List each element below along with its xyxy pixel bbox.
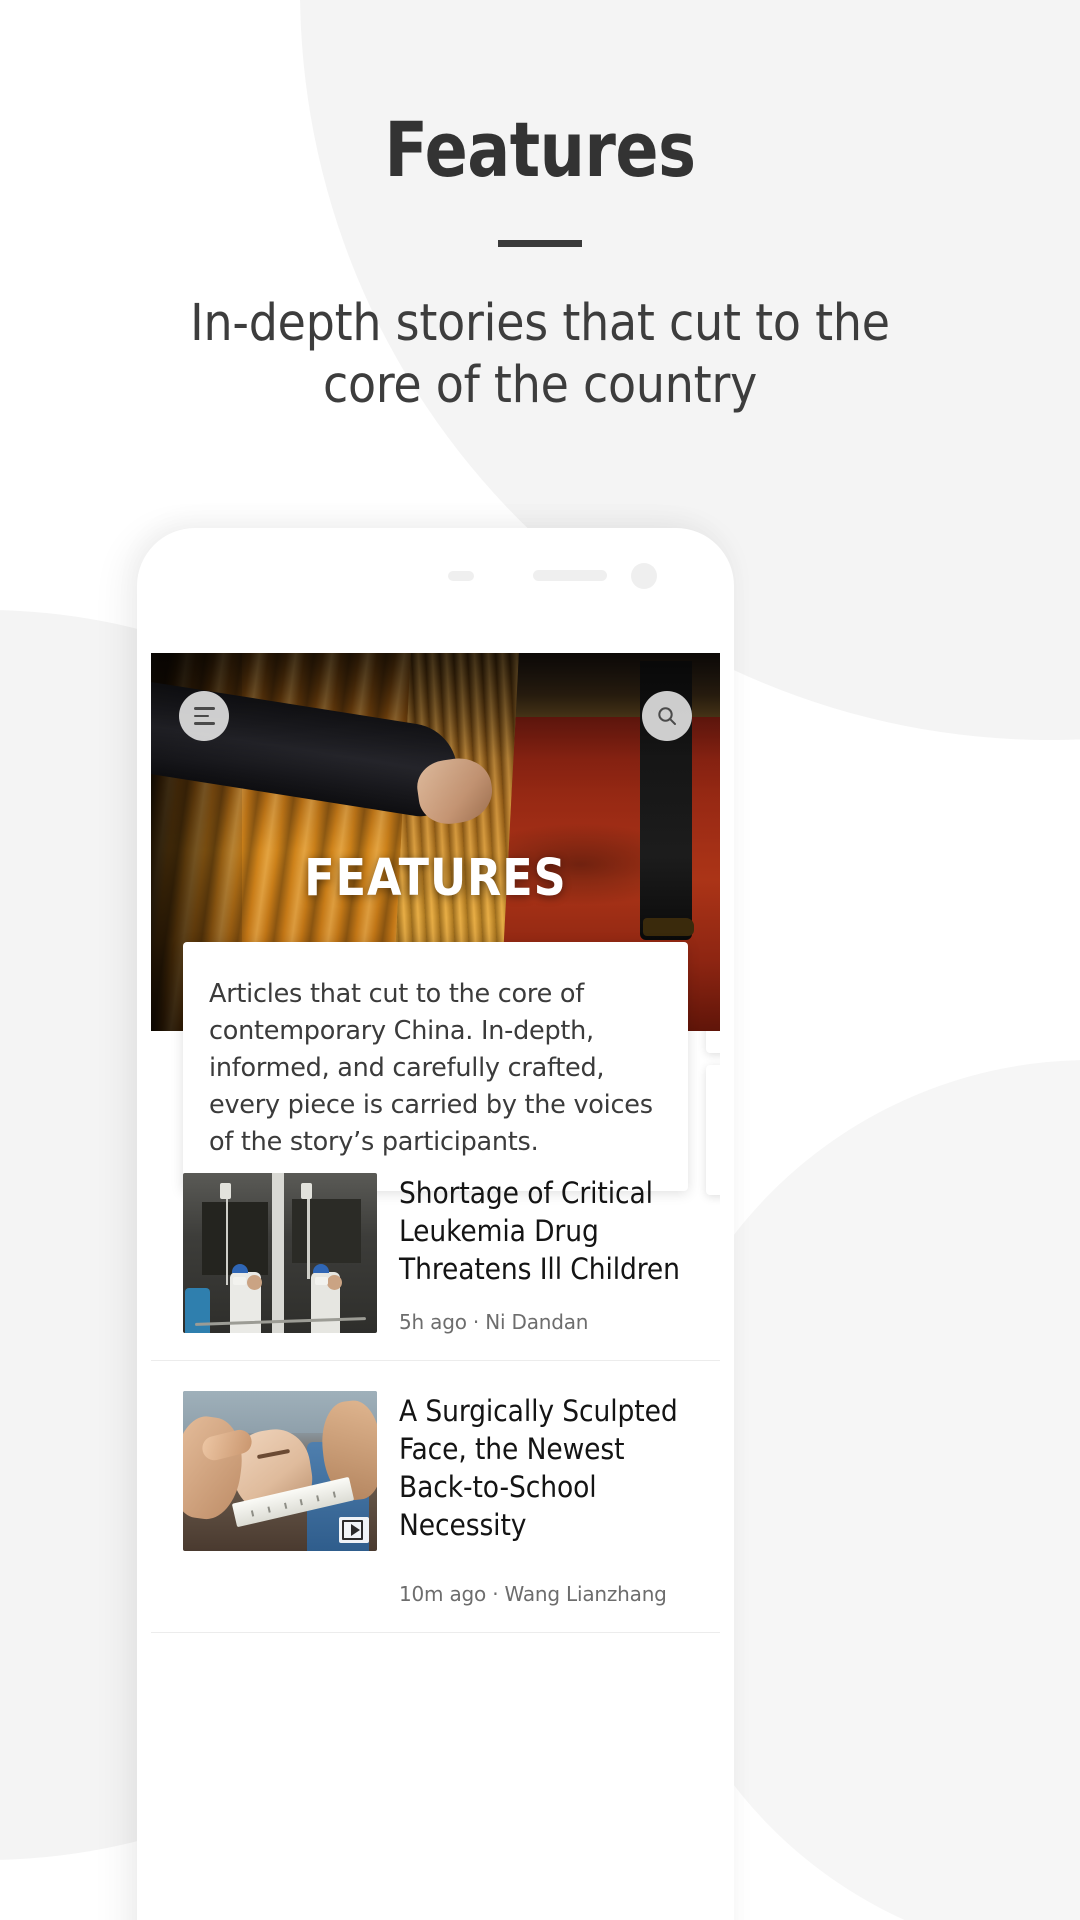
hero-title: FEATURES — [304, 849, 567, 908]
earpiece-speaker-icon — [533, 570, 607, 581]
article-list-item[interactable]: Shortage of Critical Leukemia Drug Threa… — [151, 1143, 720, 1362]
page-title: Features — [384, 105, 696, 194]
front-camera-icon — [631, 563, 657, 589]
article-list: Shortage of Critical Leukemia Drug Threa… — [151, 1143, 720, 1691]
phone-top-bezel — [137, 528, 734, 653]
proximity-sensor-icon — [448, 571, 474, 581]
article-thumbnail — [183, 1391, 377, 1552]
menu-button[interactable] — [179, 691, 229, 741]
app-screen: FEATURES Articles that cut to the core o… — [151, 653, 720, 1920]
hamburger-menu-icon — [193, 707, 215, 725]
title-divider — [498, 240, 582, 247]
page-subtitle: In-depth stories that cut to the core of… — [0, 293, 1080, 416]
article-byline: 5h ago · Ni Dandan — [399, 1310, 589, 1335]
article-thumbnail — [183, 1173, 377, 1333]
page-header: Features In-depth stories that cut to th… — [0, 0, 1080, 416]
search-icon — [658, 707, 676, 725]
phone-mockup: FEATURES Articles that cut to the core o… — [137, 528, 734, 1920]
article-headline: A Surgically Sculpted Face, the Newest B… — [399, 1394, 678, 1542]
page-subtitle-line-2: core of the country — [322, 355, 758, 415]
article-list-item-partial[interactable] — [151, 1633, 720, 1691]
article-list-item[interactable]: A Surgically Sculpted Face, the Newest B… — [151, 1361, 720, 1634]
article-body: A Surgically Sculpted Face, the Newest B… — [399, 1391, 688, 1606]
search-button[interactable] — [642, 691, 692, 741]
intro-text: Articles that cut to the core of contemp… — [209, 979, 653, 1157]
article-headline: Shortage of Critical Leukemia Drug Threa… — [399, 1176, 680, 1286]
page-subtitle-line-1: In-depth stories that cut to the — [190, 294, 890, 353]
article-byline: 10m ago · Wang Lianzhang — [399, 1582, 667, 1607]
article-body: Shortage of Critical Leukemia Drug Threa… — [399, 1173, 688, 1334]
video-play-icon — [339, 1517, 369, 1544]
